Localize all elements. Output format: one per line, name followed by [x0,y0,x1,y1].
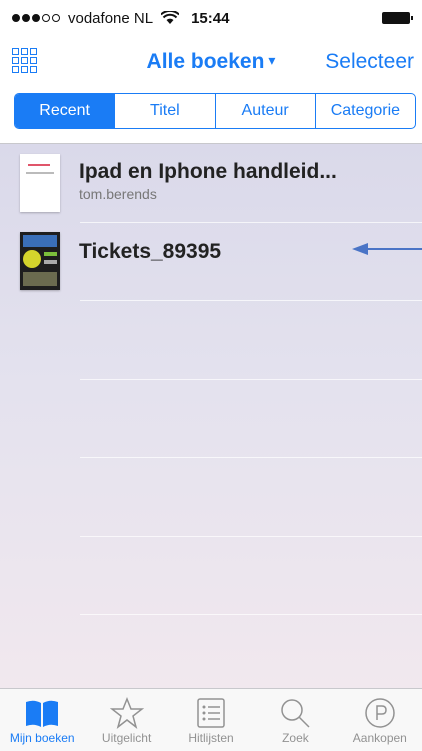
tab-search[interactable]: Zoek [253,689,337,751]
open-book-icon [26,700,59,727]
segment-author[interactable]: Auteur [216,94,316,128]
book-list: Ipad en Iphone handleid... tom.berends T… [0,144,422,688]
battery-icon [382,12,413,24]
segment-recent[interactable]: Recent [15,94,116,128]
segment-title[interactable]: Titel [115,94,216,128]
tab-my-books[interactable]: Mijn boeken [0,689,84,751]
tab-label: Aankopen [352,731,407,745]
tab-purchases[interactable]: Aankopen [338,689,422,751]
row-divider [80,536,422,537]
arrow-left-icon [352,243,422,255]
row-divider [80,379,422,380]
clock-time: 15:44 [191,9,230,27]
star-icon [109,697,144,729]
tab-featured[interactable]: Uitgelicht [84,689,168,751]
book-item[interactable]: Ipad en Iphone handleid... tom.berends [0,150,422,224]
navigation-bar: Alle boeken ▾ Selecteer [0,40,422,86]
signal-strength-icon [12,14,60,22]
tab-top-charts[interactable]: Hitlijsten [169,689,253,751]
tab-label: Uitgelicht [101,731,152,745]
segment-category[interactable]: Categorie [316,94,415,128]
collection-title: Alle boeken [146,50,265,73]
sort-segmented-control: Recent Titel Auteur Categorie [14,93,416,129]
row-divider [80,457,422,458]
book-cover [20,232,60,290]
book-item[interactable]: Tickets_89395 [0,228,422,302]
row-divider [80,614,422,615]
book-title: Tickets_89395 [79,240,222,263]
book-cover [20,154,60,212]
list-icon [197,698,225,728]
tab-label: Hitlijsten [188,731,234,745]
wifi-icon [161,11,180,24]
book-title: Ipad en Iphone handleid... [79,160,337,183]
purchases-icon [365,698,395,728]
status-bar: vodafone NL 15:44 [0,0,422,36]
carrier-name: vodafone NL [68,9,154,27]
select-button[interactable]: Selecteer [325,50,414,74]
tab-bar: Mijn boeken Uitgelicht Hitlijsten Zoek A… [0,688,422,751]
tab-label: Zoek [282,731,309,745]
chevron-down-icon: ▾ [268,52,276,68]
book-author: tom.berends [79,186,157,202]
tab-label: Mijn boeken [9,731,75,745]
search-icon [281,699,310,728]
